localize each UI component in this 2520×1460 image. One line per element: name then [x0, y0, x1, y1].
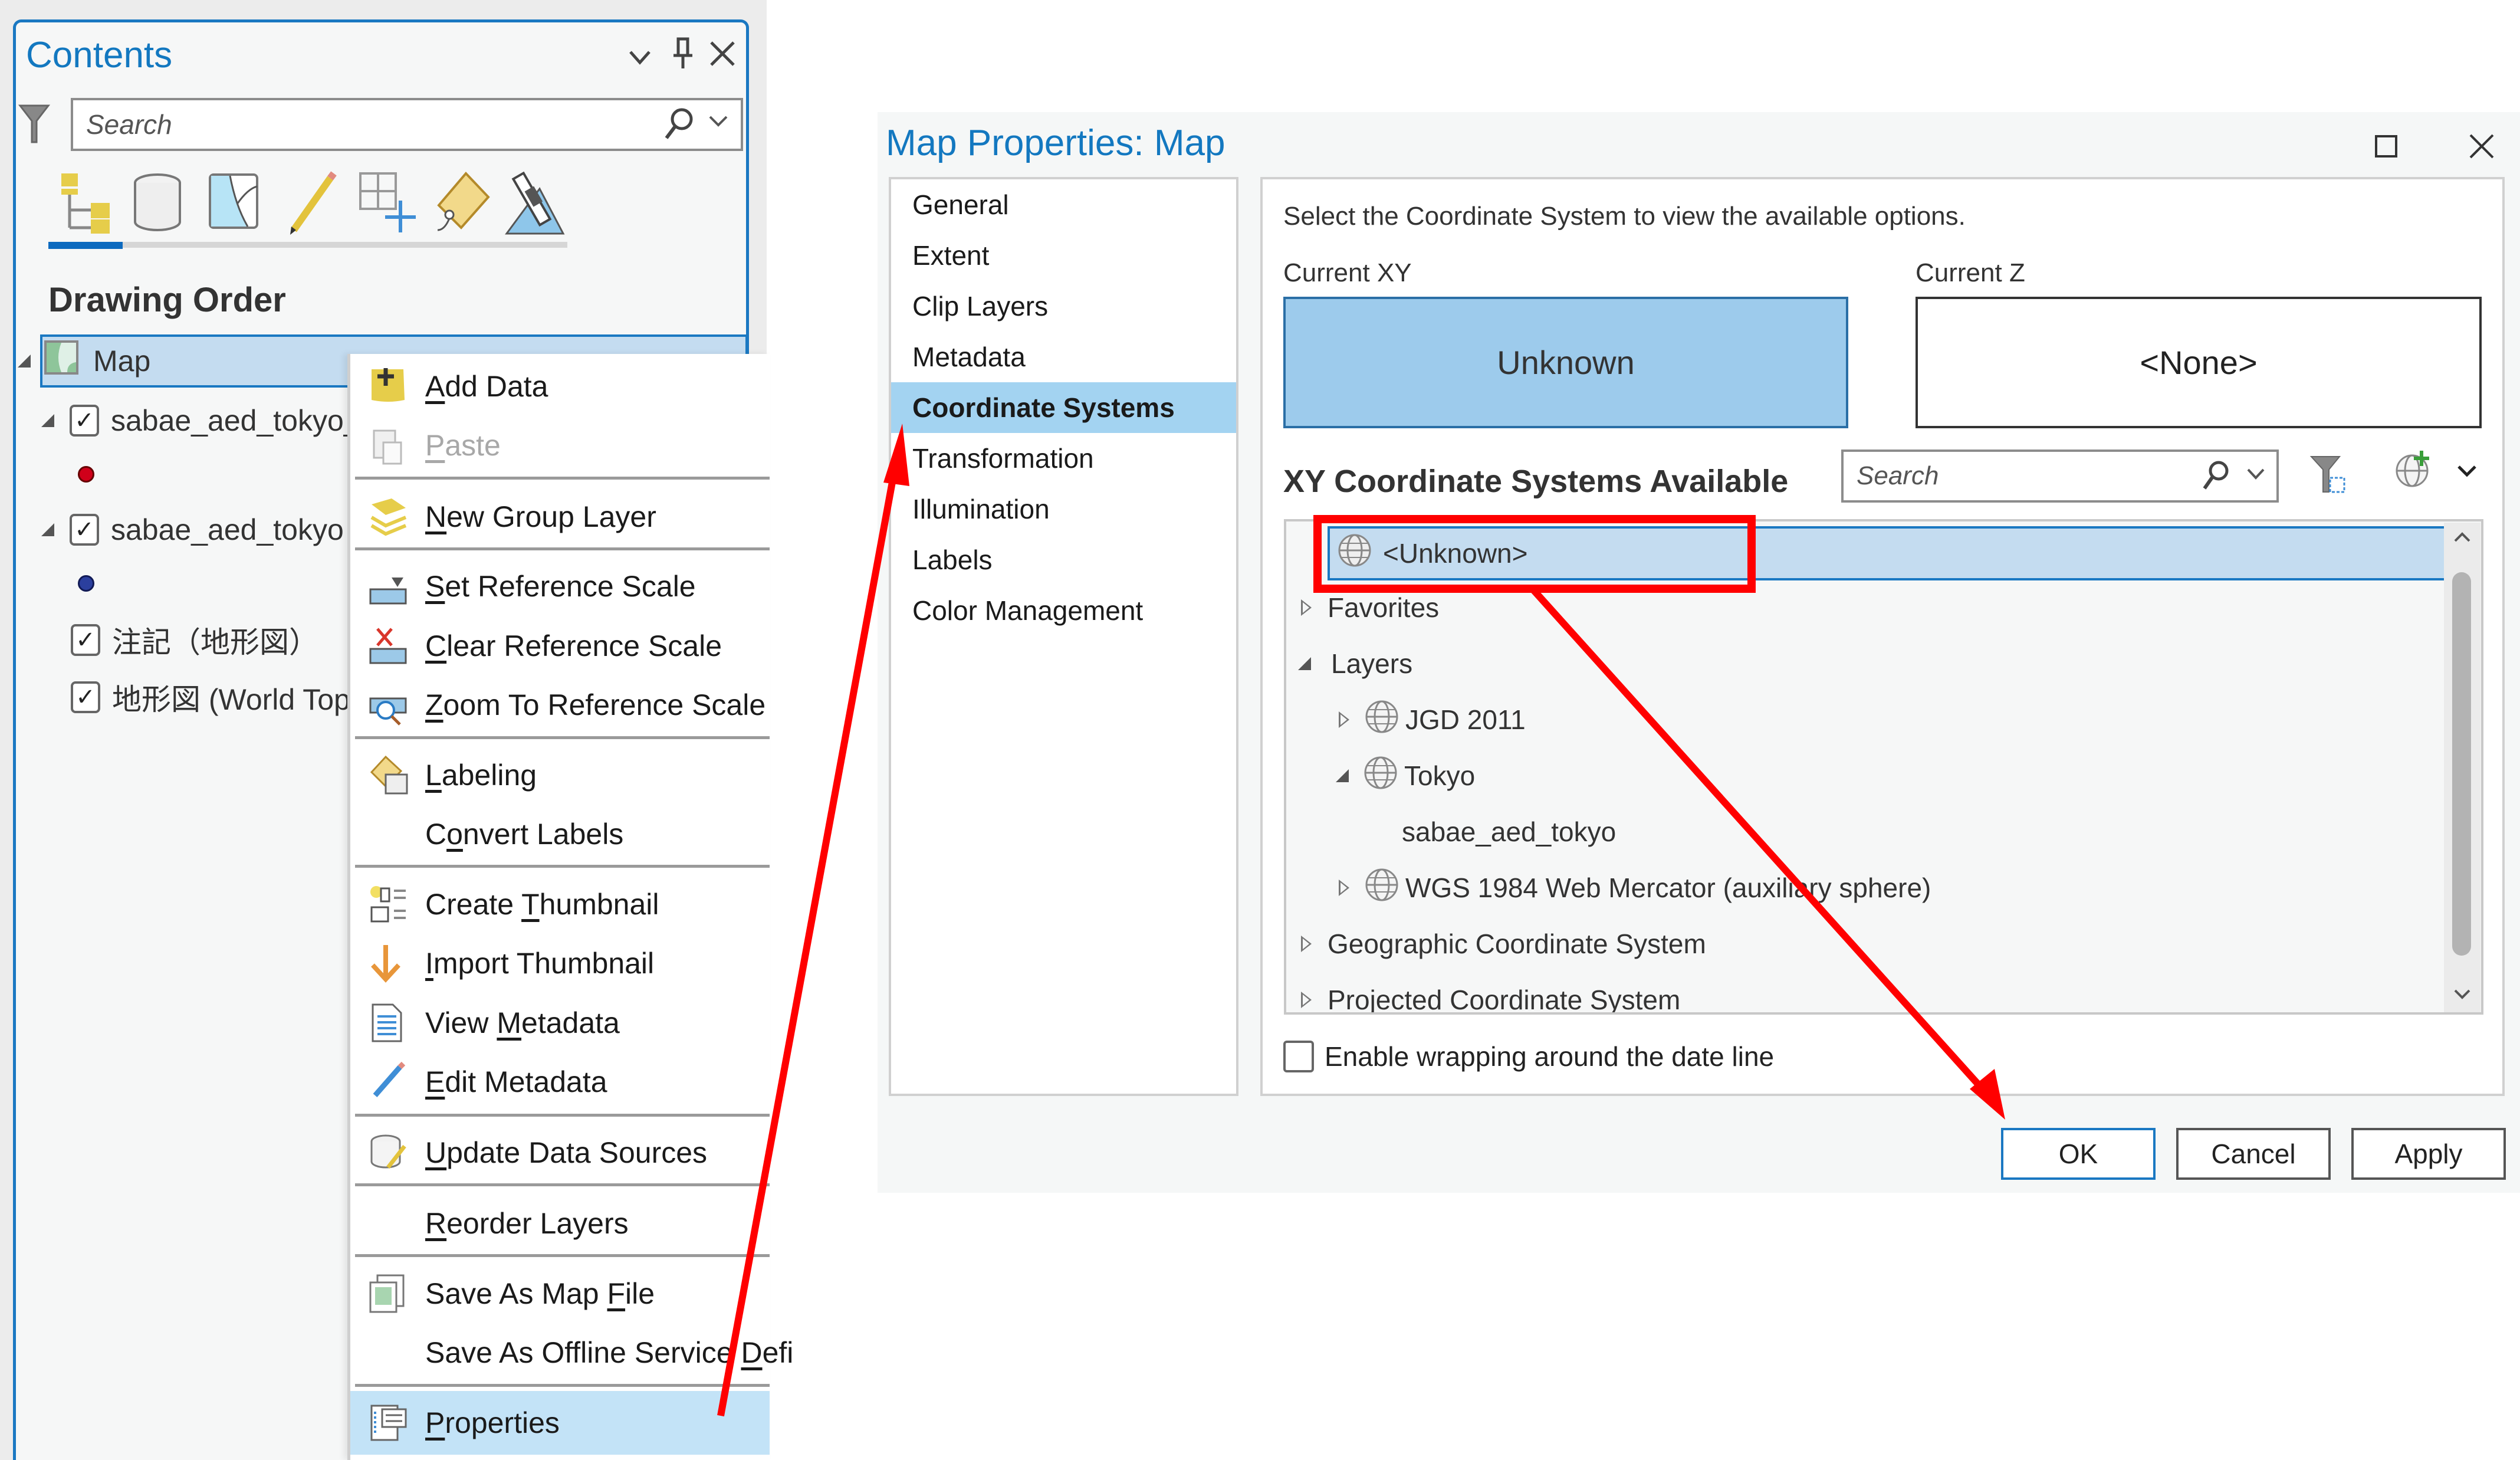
arrow-unknown-to-ok [1530, 587, 1987, 1094]
arrow-properties-to-coordinate-systems [717, 465, 899, 1417]
arrowhead-coordinate-systems [883, 424, 909, 486]
annotation-overlay [717, 424, 2005, 1417]
unknown-highlight-box [1313, 515, 1756, 593]
